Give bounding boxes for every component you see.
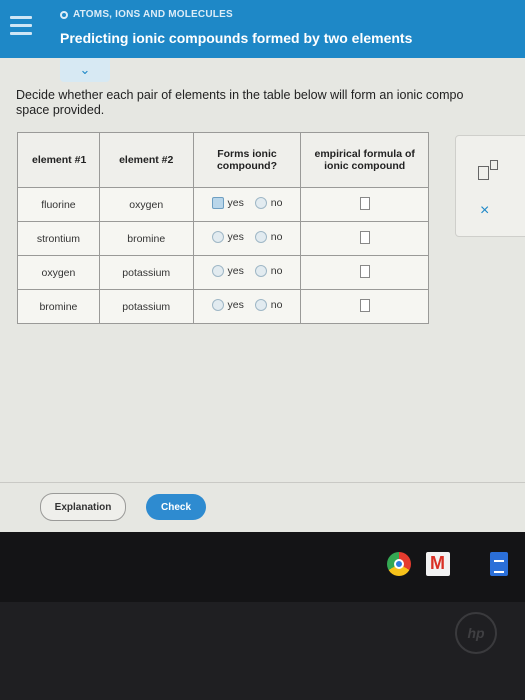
hamburger-icon[interactable] — [10, 16, 32, 38]
forms-cell: yes no — [192, 289, 302, 324]
header-element1: element #1 — [17, 132, 100, 188]
chevron-down-icon[interactable]: ⌄ — [60, 58, 110, 82]
radio-yes-icon[interactable] — [211, 197, 224, 209]
no-option[interactable]: no — [254, 231, 283, 243]
table-row: bromine potassium yes no — [17, 289, 429, 324]
laptop-bezel — [0, 602, 525, 700]
element2-cell: oxygen — [98, 187, 194, 222]
element2-cell: potassium — [98, 255, 194, 290]
hp-logo: hp — [455, 612, 497, 654]
element2-cell: bromine — [98, 221, 194, 256]
app-screen: ATOMS, IONS AND MOLECULES Predicting ion… — [0, 0, 525, 532]
topic-text: ATOMS, IONS AND MOLECULES — [73, 9, 233, 20]
no-label: no — [270, 265, 283, 277]
divider — [0, 482, 525, 483]
table-row: fluorine oxygen yes no — [17, 187, 429, 222]
page-title: Predicting ionic compounds formed by two… — [60, 30, 413, 46]
forms-cell: yes no — [192, 255, 302, 290]
element1-cell: oxygen — [17, 255, 100, 290]
docs-icon[interactable] — [490, 552, 508, 576]
yes-option[interactable]: yes — [211, 197, 244, 209]
table-row: oxygen potassium yes no — [17, 255, 429, 290]
close-icon[interactable]: × — [480, 202, 489, 220]
radio-yes-icon[interactable] — [211, 299, 224, 311]
table-header-row: element #1 element #2 Forms ionic compou… — [17, 132, 429, 188]
formula-input[interactable] — [359, 196, 370, 210]
no-label: no — [270, 299, 283, 311]
element1-cell: bromine — [17, 289, 100, 324]
radio-no-icon[interactable] — [254, 299, 267, 311]
instruction-text: Decide whether each pair of elements in … — [16, 88, 464, 117]
yes-label: yes — [227, 265, 244, 277]
radio-no-icon[interactable] — [254, 231, 267, 243]
formula-cell — [300, 289, 429, 324]
formula-input[interactable] — [359, 264, 370, 278]
elements-table: element #1 element #2 Forms ionic compou… — [17, 132, 429, 324]
gmail-icon[interactable] — [426, 552, 450, 576]
header-element2: element #2 — [98, 132, 194, 188]
check-button[interactable]: Check — [146, 494, 206, 520]
no-option[interactable]: no — [254, 299, 283, 311]
radio-yes-icon[interactable] — [211, 265, 224, 277]
yes-option[interactable]: yes — [211, 231, 244, 243]
formula-cell — [300, 255, 429, 290]
yes-label: yes — [227, 231, 244, 243]
element2-cell: potassium — [98, 289, 194, 324]
formula-input[interactable] — [359, 298, 370, 312]
topic-circle-icon — [60, 10, 68, 19]
element1-cell: strontium — [17, 221, 100, 256]
header-forms: Forms ionic compound? — [192, 132, 302, 188]
forms-cell: yes no — [192, 187, 302, 222]
no-option[interactable]: no — [254, 197, 283, 209]
yes-option[interactable]: yes — [211, 265, 244, 277]
yes-label: yes — [227, 197, 244, 209]
element1-cell: fluorine — [17, 187, 100, 222]
formula-cell — [300, 221, 429, 256]
no-label: no — [270, 197, 283, 209]
explanation-button[interactable]: Explanation — [40, 493, 126, 521]
radio-no-icon[interactable] — [254, 265, 267, 277]
forms-cell: yes no — [192, 221, 302, 256]
formula-cell — [300, 187, 429, 222]
radio-yes-icon[interactable] — [211, 231, 224, 243]
yes-label: yes — [227, 299, 244, 311]
table-row: strontium bromine yes no — [17, 221, 429, 256]
yes-option[interactable]: yes — [211, 299, 244, 311]
no-option[interactable]: no — [254, 265, 283, 277]
tool-panel: × — [455, 135, 525, 237]
formula-input[interactable] — [359, 230, 370, 244]
header-bar: ATOMS, IONS AND MOLECULES Predicting ion… — [0, 0, 525, 58]
header-formula: empirical formula of ionic compound — [300, 132, 429, 188]
radio-no-icon[interactable] — [254, 197, 267, 209]
no-label: no — [270, 231, 283, 243]
superscript-icon[interactable] — [478, 160, 504, 182]
chrome-icon[interactable] — [387, 552, 411, 576]
topic-label: ATOMS, IONS AND MOLECULES — [60, 9, 233, 20]
